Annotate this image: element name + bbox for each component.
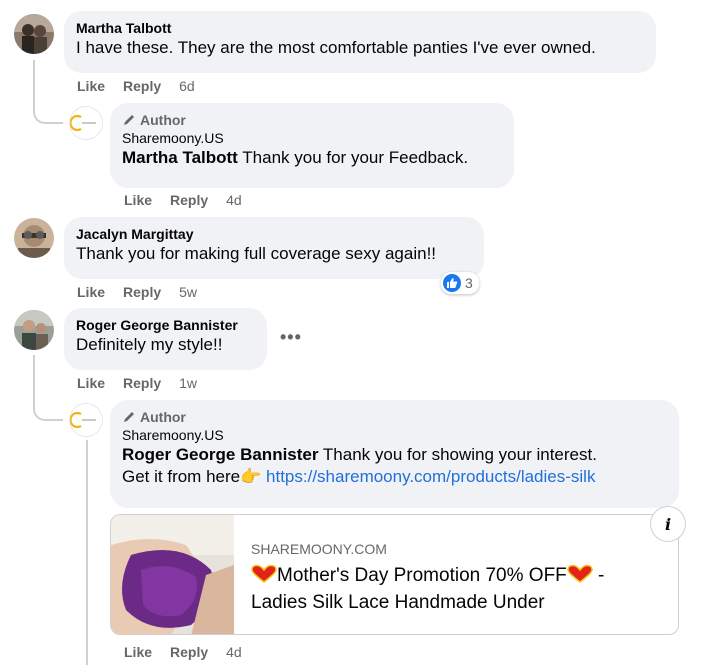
avatar-jacalyn-margittay[interactable] <box>14 218 54 258</box>
author-badge: Author <box>122 408 667 426</box>
reply-button[interactable]: Reply <box>123 283 161 301</box>
reply-text-2: Get it from here <box>122 467 241 486</box>
reply-button[interactable]: Reply <box>170 643 208 661</box>
comment-bubble-jacalyn: Jacalyn Margittay Thank you for making f… <box>64 217 484 279</box>
info-label: i <box>664 514 672 534</box>
comment-author[interactable]: Roger George Bannister <box>76 316 255 334</box>
comment-timestamp[interactable]: 1w <box>179 374 197 392</box>
link-preview-card[interactable]: SHAREMOONY.COM Mother's Day Promotion 70… <box>110 514 679 635</box>
reply-bubble-sharemoony-1: Author Sharemoony.US Martha Talbott Than… <box>110 103 514 188</box>
more-options-icon[interactable]: ••• <box>280 327 302 348</box>
reply-bubble-sharemoony-2: Author Sharemoony.US Roger George Bannis… <box>110 400 679 508</box>
comment-text-line2: Get it from here👉 https://sharemoony.com… <box>122 466 667 488</box>
red-heart-icon <box>251 564 277 590</box>
author-badge-label: Author <box>140 409 186 425</box>
like-button[interactable]: Like <box>124 191 152 209</box>
comment-bubble-roger: Roger George Bannister Definitely my sty… <box>64 308 267 370</box>
comment-text: Thank you for making full coverage sexy … <box>76 244 437 263</box>
product-image <box>111 515 234 634</box>
author-badge-label: Author <box>140 112 186 128</box>
comment-text: I have these. They are the most comforta… <box>76 38 596 57</box>
mention-link[interactable]: Martha Talbott <box>122 148 238 167</box>
thread-line <box>33 60 35 98</box>
comment-timestamp[interactable]: 6d <box>179 77 195 95</box>
like-button[interactable]: Like <box>124 643 152 661</box>
like-button[interactable]: Like <box>77 283 105 301</box>
comment-timestamp[interactable]: 5w <box>179 283 197 301</box>
comment-timestamp[interactable]: 4d <box>226 191 242 209</box>
card-title-line1: Mother's Day Promotion 70% OFF <box>277 565 567 586</box>
reply-button[interactable]: Reply <box>123 374 161 392</box>
reaction-count: 3 <box>465 275 473 291</box>
avatar-martha-talbott[interactable] <box>14 14 54 54</box>
comment-author[interactable]: Martha Talbott <box>76 19 644 37</box>
comment-timestamp[interactable]: 4d <box>226 643 242 661</box>
like-button[interactable]: Like <box>77 374 105 392</box>
comment-author[interactable]: Jacalyn Margittay <box>76 225 472 243</box>
comment-text: Roger George Bannister Thank you for sho… <box>122 444 667 466</box>
info-icon[interactable]: i <box>651 507 685 541</box>
reaction-summary[interactable]: 3 <box>441 272 479 294</box>
comment-text: Definitely my style!! <box>76 335 223 354</box>
avatar-sharemoony[interactable] <box>70 404 102 436</box>
pointing-hand-icon: 👉 <box>240 467 262 486</box>
comment-bubble-martha: Martha Talbott I have these. They are th… <box>64 11 656 73</box>
pencil-icon <box>124 412 134 422</box>
comment-actions: Like Reply 4d <box>124 191 242 209</box>
thread-connector <box>33 393 63 421</box>
card-title: Mother's Day Promotion 70% OFF - Ladies … <box>251 563 661 615</box>
card-title-line2: Ladies Silk Lace Handmade Under <box>251 592 545 613</box>
comment-text: Martha Talbott Thank you for your Feedba… <box>122 147 502 169</box>
red-heart-icon <box>567 564 593 590</box>
pencil-icon <box>124 115 134 125</box>
avatar-sharemoony[interactable] <box>70 107 102 139</box>
reply-text: Thank you for showing your interest. <box>318 445 597 464</box>
reply-text: Thank you for your Feedback. <box>237 148 469 167</box>
reply-button[interactable]: Reply <box>123 77 161 95</box>
card-title-dash: - <box>592 565 605 586</box>
comment-actions: Like Reply 6d <box>77 77 195 95</box>
author-badge: Author <box>122 111 502 129</box>
mention-link[interactable]: Roger George Bannister <box>122 445 319 464</box>
like-icon <box>443 274 461 292</box>
comment-actions: Like Reply 1w <box>77 374 197 392</box>
reply-button[interactable]: Reply <box>170 191 208 209</box>
avatar-roger-bannister[interactable] <box>14 310 54 350</box>
comment-author[interactable]: Sharemoony.US <box>122 129 502 147</box>
thread-connector <box>33 96 63 124</box>
like-button[interactable]: Like <box>77 77 105 95</box>
card-domain: SHAREMOONY.COM <box>251 541 387 557</box>
comment-actions: Like Reply 5w <box>77 283 197 301</box>
product-link[interactable]: https://sharemoony.com/products/ladies-s… <box>266 467 595 486</box>
thread-line <box>33 355 35 395</box>
comment-author[interactable]: Sharemoony.US <box>122 426 667 444</box>
comment-actions: Like Reply 4d <box>124 643 242 661</box>
thread-line <box>86 440 88 665</box>
